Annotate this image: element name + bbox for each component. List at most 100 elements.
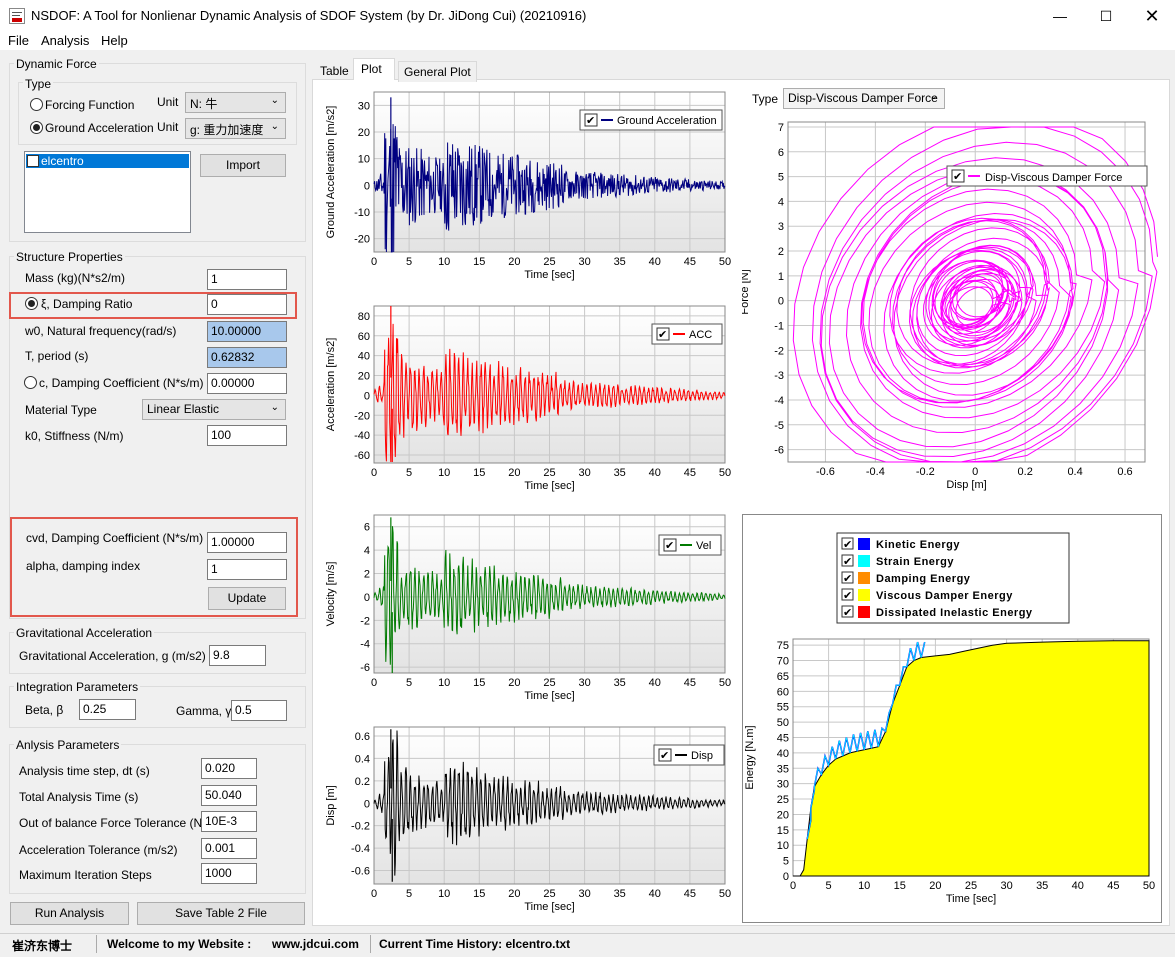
material-type-label: Material Type xyxy=(25,403,97,417)
mass-input[interactable]: 1 xyxy=(207,269,287,290)
x-axis-label: Disp [m] xyxy=(946,479,986,491)
period-input[interactable]: 0.62832 xyxy=(207,347,287,368)
y-tick-label: 25 xyxy=(777,794,789,806)
tab-plot[interactable]: Plot xyxy=(353,58,395,80)
check-icon: ✔ xyxy=(665,540,674,552)
window-title: NSDOF: A Tool for Nonlienar Dynamic Anal… xyxy=(31,8,587,23)
y-tick-label: -20 xyxy=(354,410,370,422)
dt-input[interactable]: 0.020 xyxy=(201,758,257,779)
x-tick-label: 35 xyxy=(614,467,626,479)
save-table-button[interactable]: Save Table 2 File xyxy=(137,902,305,925)
import-button[interactable]: Import xyxy=(200,154,286,177)
y-axis-label: Energy [N.m] xyxy=(744,725,756,789)
stiffness-input[interactable]: 100 xyxy=(207,425,287,446)
y-tick-label: 75 xyxy=(777,640,789,652)
gamma-label: Gamma, γ xyxy=(176,704,232,718)
x-tick-label: 0 xyxy=(371,888,377,900)
damping-coefficient-radio[interactable] xyxy=(24,376,37,389)
alpha-label: alpha, damping index xyxy=(26,559,141,573)
alpha-input[interactable]: 1 xyxy=(207,559,287,580)
x-tick-label: 10 xyxy=(438,256,450,268)
status-website[interactable]: www.jdcui.com xyxy=(272,937,359,951)
damping-ratio-radio[interactable] xyxy=(25,297,38,310)
damping-coefficient-input[interactable]: 0.00000 xyxy=(207,373,287,394)
force-unit-select[interactable]: N: 牛 ⌄ xyxy=(185,92,286,113)
y-axis-label: Disp [m] xyxy=(325,785,337,825)
force-tolerance-input[interactable]: 10E-3 xyxy=(201,811,257,832)
y-tick-label: 4 xyxy=(364,545,370,557)
y-tick-label: 20 xyxy=(358,127,370,139)
material-type-select[interactable]: Linear Elastic ⌄ xyxy=(142,399,286,420)
acc-tolerance-input[interactable]: 0.001 xyxy=(201,838,257,859)
y-tick-label: 60 xyxy=(777,686,789,698)
x-axis-label: Time [sec] xyxy=(524,690,574,702)
menu-analysis[interactable]: Analysis xyxy=(41,33,89,48)
y-tick-label: 70 xyxy=(777,656,789,668)
maximize-button[interactable]: ☐ xyxy=(1083,0,1129,32)
x-tick-label: 25 xyxy=(543,677,555,689)
acceleration-chart: 0 5 10 15 20 25 30 35 40 45 50 80 60 40 20 0 -20 -40 -60 Ti… xyxy=(316,296,738,500)
damping-ratio-input[interactable]: 0 xyxy=(207,294,287,315)
update-button[interactable]: Update xyxy=(208,587,286,610)
cvd-input[interactable]: 1.00000 xyxy=(207,532,287,553)
w0-input[interactable]: 10.00000 xyxy=(207,321,287,342)
x-tick-label: 35 xyxy=(614,888,626,900)
y-tick-label: -40 xyxy=(354,430,370,442)
total-time-input[interactable]: 50.040 xyxy=(201,785,257,806)
type-select-label: Type xyxy=(752,92,779,106)
x-tick-label: 0 xyxy=(972,466,978,478)
x-tick-label: 5 xyxy=(406,467,412,479)
iteration-input[interactable]: 1000 xyxy=(201,863,257,884)
record-checkbox[interactable] xyxy=(27,155,39,167)
dynamic-force-label: Dynamic Force xyxy=(14,57,99,71)
y-tick-label: -2 xyxy=(774,345,784,357)
x-tick-label: 50 xyxy=(719,467,731,479)
accel-unit-select[interactable]: g: 重力加速度 ⌄ xyxy=(185,118,286,139)
y-tick-label: 20 xyxy=(777,809,789,821)
y-tick-label: 0 xyxy=(778,296,784,308)
x-tick-label: 10 xyxy=(438,467,450,479)
x-tick-label: 25 xyxy=(543,467,555,479)
y-tick-label: -0.2 xyxy=(351,821,370,833)
cvd-label: cvd, Damping Coefficient (N*s/m) xyxy=(26,531,204,545)
stiffness-label: k0, Stiffness (N/m) xyxy=(25,429,124,443)
close-button[interactable]: ✕ xyxy=(1129,0,1175,32)
run-analysis-button[interactable]: Run Analysis xyxy=(10,902,129,925)
x-tick-label: 45 xyxy=(684,888,696,900)
ground-acceleration-radio[interactable] xyxy=(30,121,43,134)
menu-file[interactable]: File xyxy=(8,33,29,48)
x-tick-label: 15 xyxy=(473,677,485,689)
x-tick-label: 50 xyxy=(1143,880,1155,892)
x-tick-label: 30 xyxy=(578,467,590,479)
y-tick-label: 65 xyxy=(777,671,789,683)
y-tick-label: -3 xyxy=(774,370,784,382)
damping-ratio-label: ξ, Damping Ratio xyxy=(41,297,133,311)
legend-label: Vel xyxy=(696,540,711,552)
y-tick-label: 2 xyxy=(364,569,370,581)
type-label: Type xyxy=(23,77,54,91)
x-tick-label: 5 xyxy=(406,256,412,268)
x-tick-label: -0.2 xyxy=(916,466,935,478)
force-tolerance-label: Out of balance Force Tolerance (N) xyxy=(19,816,207,830)
minimize-button[interactable]: — xyxy=(1037,0,1083,32)
menu-help[interactable]: Help xyxy=(101,33,128,48)
x-tick-label: 30 xyxy=(578,888,590,900)
beta-input[interactable]: 0.25 xyxy=(79,699,136,720)
forcing-function-radio[interactable] xyxy=(30,98,43,111)
total-time-label: Total Analysis Time (s) xyxy=(19,790,139,804)
material-type-value: Linear Elastic xyxy=(147,402,220,416)
y-tick-label: 50 xyxy=(777,717,789,729)
y-tick-label: -10 xyxy=(354,207,370,219)
legend-label: Ground Acceleration xyxy=(617,115,717,127)
menu-bar xyxy=(0,32,1175,50)
gravity-input[interactable]: 9.8 xyxy=(209,645,266,666)
x-tick-label: 5 xyxy=(826,880,832,892)
status-separator xyxy=(370,935,371,953)
tab-table[interactable]: Table xyxy=(315,61,354,82)
y-tick-label: -5 xyxy=(774,420,784,432)
x-tick-label: 30 xyxy=(578,256,590,268)
x-tick-label: 0.6 xyxy=(1117,466,1132,478)
plot-type-select[interactable]: Disp-Viscous Damper Force ⌄ xyxy=(783,88,945,109)
gamma-input[interactable]: 0.5 xyxy=(231,700,287,721)
tab-general-plot[interactable]: General Plot xyxy=(398,61,477,82)
